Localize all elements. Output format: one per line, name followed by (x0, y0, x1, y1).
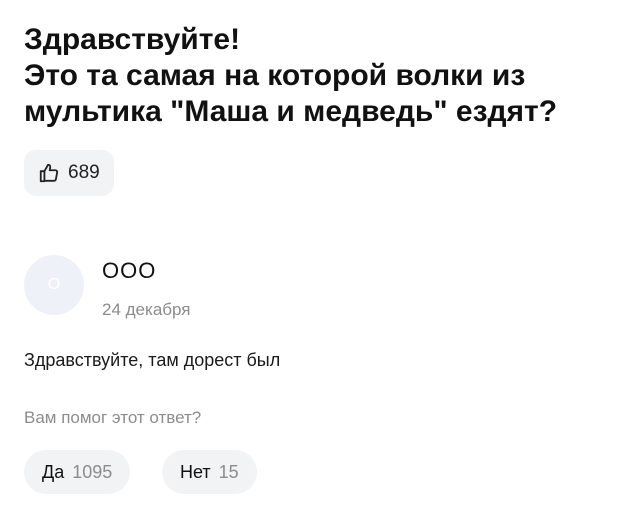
like-button[interactable]: 689 (24, 150, 114, 196)
helpful-yes-button[interactable]: Да 1095 (24, 450, 131, 494)
helpful-no-button[interactable]: Нет 15 (162, 450, 257, 494)
question-line-3: мультика "Маша и медведь" ездят? (24, 95, 558, 128)
no-count: 15 (218, 461, 239, 482)
question-title: Здравствуйте! Это та самая на которой во… (24, 22, 624, 130)
question-line-2: Это та самая на которой волки из (24, 59, 526, 92)
yes-count: 1095 (72, 461, 113, 482)
avatar[interactable]: О (24, 255, 84, 315)
author-name[interactable]: ООО (102, 258, 156, 284)
yes-label: Да (42, 461, 65, 482)
answer-date: 24 декабря (102, 300, 191, 319)
like-count: 689 (68, 162, 100, 183)
thumbs-up-icon (38, 162, 60, 184)
question-line-1: Здравствуйте! (24, 23, 241, 56)
no-label: Нет (180, 461, 211, 482)
helpful-question: Вам помог этот ответ? (24, 408, 202, 427)
avatar-letter: О (47, 276, 61, 293)
answer-text: Здравствуйте, там дорест был (24, 350, 281, 370)
